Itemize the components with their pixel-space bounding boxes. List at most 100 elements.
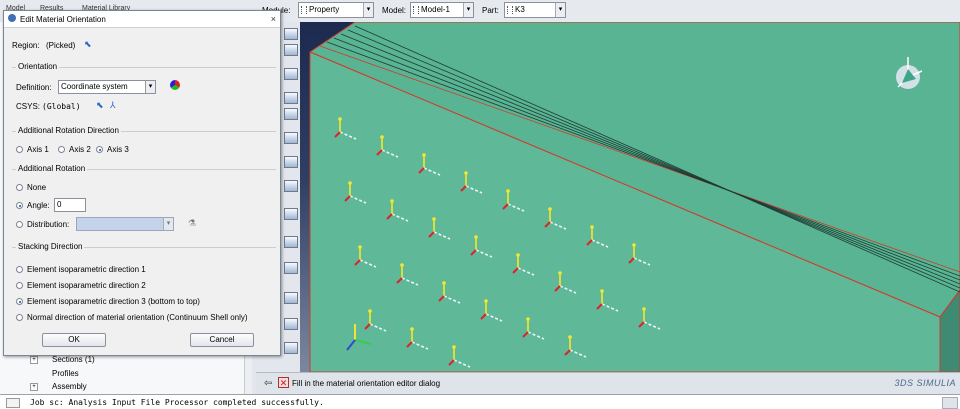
chevron-down-icon[interactable]: ▾ (463, 3, 473, 17)
model-select[interactable]: Model-1 ▾ (410, 2, 474, 18)
glyph-mark (358, 245, 362, 249)
axis1-radio[interactable] (16, 146, 23, 153)
tool-icon[interactable] (284, 108, 298, 120)
stack-dir1-label: Element isoparametric direction 1 (27, 265, 146, 274)
chevron-down-icon[interactable]: ▾ (145, 81, 155, 93)
csys-value: (Global) (42, 102, 81, 111)
tool-icon[interactable] (284, 180, 298, 192)
grip-icon (301, 6, 307, 14)
chevron-down-icon[interactable]: ▾ (555, 3, 565, 17)
rotation-direction-title: Additional Rotation Direction (16, 126, 121, 135)
pick-cursor-icon[interactable]: ⬉ (96, 100, 104, 111)
tool-icon[interactable] (284, 292, 298, 304)
grip-icon (413, 6, 419, 14)
glyph-mark (568, 335, 572, 339)
model-canvas (308, 22, 960, 372)
tool-icon[interactable] (284, 236, 298, 248)
glyph-mark (368, 309, 372, 313)
model-value: Model-1 (421, 5, 450, 14)
module-select[interactable]: Property ▾ (298, 2, 374, 18)
definition-label: Definition: (16, 83, 52, 92)
distribution-select[interactable]: ▾ (76, 217, 174, 231)
abaqus-icon (8, 14, 16, 22)
tool-icon[interactable] (284, 342, 298, 354)
tree-item-profiles[interactable]: Profiles (52, 369, 79, 378)
message-icon (6, 398, 20, 408)
close-icon[interactable]: × (271, 14, 276, 24)
stack-dir3-label: Element isoparametric direction 3 (botto… (27, 297, 200, 306)
tool-icon[interactable] (284, 68, 298, 80)
stack-dir1-radio[interactable] (16, 266, 23, 273)
glyph-mark (422, 153, 426, 157)
part-label: Part: (482, 6, 499, 15)
additional-rotation-title: Additional Rotation (16, 164, 88, 173)
stack-normal-label: Normal direction of material orientation… (27, 313, 248, 322)
tool-icon[interactable] (284, 156, 298, 168)
dialog-titlebar[interactable]: Edit Material Orientation × (4, 11, 280, 28)
stack-dir3-radio[interactable] (16, 298, 23, 305)
distribution-radio[interactable] (16, 221, 23, 228)
simulia-logo: 3DS SIMULIA (894, 378, 956, 388)
glyph-mark (642, 307, 646, 311)
axis2-label: Axis 2 (69, 145, 91, 154)
cancel-procedure-icon[interactable]: ✕ (278, 377, 289, 388)
tool-icon[interactable] (284, 28, 298, 40)
tool-icon[interactable] (284, 132, 298, 144)
axis3-radio[interactable] (96, 146, 103, 153)
glyph-mark (452, 345, 456, 349)
angle-value: 0 (57, 200, 62, 209)
glyph-mark (484, 299, 488, 303)
tool-icon[interactable] (284, 92, 298, 104)
expand-icon[interactable]: + (30, 356, 38, 364)
chevron-down-icon[interactable]: ▾ (163, 218, 173, 230)
definition-select[interactable]: Coordinate system ▾ (58, 80, 156, 94)
tool-icon[interactable] (284, 318, 298, 330)
viewport[interactable] (300, 22, 960, 372)
pick-cursor-icon[interactable]: ⬉ (84, 39, 92, 50)
glyph-mark (600, 289, 604, 293)
glyph-mark (632, 243, 636, 247)
tool-icon[interactable] (284, 44, 298, 56)
message-text: Job sc: Analysis Input File Processor co… (30, 398, 324, 407)
csys-axes-icon[interactable]: ⅄ (110, 100, 116, 111)
message-area: Job sc: Analysis Input File Processor co… (0, 394, 960, 409)
stacking-direction-group: Stacking Direction Element isoparametric… (12, 242, 276, 328)
expand-icon[interactable]: + (30, 383, 38, 391)
axis2-radio[interactable] (58, 146, 65, 153)
part-select[interactable]: K3 ▾ (504, 2, 566, 18)
axis3-label: Axis 3 (107, 145, 129, 154)
glyph-mark (464, 171, 468, 175)
back-arrow-icon[interactable]: ⇦ (264, 378, 272, 389)
glyph-mark (558, 271, 562, 275)
chevron-down-icon[interactable]: ▾ (363, 3, 373, 17)
cancel-button[interactable]: Cancel (190, 333, 254, 347)
glyph-mark (380, 135, 384, 139)
orientation-title: Orientation (16, 62, 60, 71)
tree-item-assembly[interactable]: Assembly (52, 382, 87, 391)
glyph-mark (400, 263, 404, 267)
stack-normal-radio[interactable] (16, 314, 23, 321)
angle-input[interactable]: 0 (54, 198, 86, 212)
create-field-icon[interactable]: ⚗ (188, 218, 196, 229)
orientation-group: Orientation Definition: Coordinate syste… (12, 62, 276, 128)
color-palette-icon[interactable] (170, 80, 180, 90)
region-value: (Picked) (46, 41, 76, 50)
rotation-direction-group: Additional Rotation Direction Axis 1 Axi… (12, 126, 276, 168)
none-radio[interactable] (16, 184, 23, 191)
stacking-direction-title: Stacking Direction (16, 242, 85, 251)
definition-value: Coordinate system (61, 82, 128, 91)
tree-item-sections[interactable]: Sections (1) (52, 355, 95, 364)
ok-button[interactable]: OK (42, 333, 106, 347)
glyph-mark (474, 235, 478, 239)
glyph-mark (410, 327, 414, 331)
glyph-mark (348, 181, 352, 185)
tool-icon[interactable] (284, 262, 298, 274)
tool-icon[interactable] (284, 208, 298, 220)
message-scrollbar[interactable] (942, 397, 958, 409)
glyph-mark (590, 225, 594, 229)
model-label: Model: (382, 6, 407, 15)
glyph-mark (548, 207, 552, 211)
angle-radio[interactable] (16, 202, 23, 209)
stack-dir2-radio[interactable] (16, 282, 23, 289)
grip-icon (507, 6, 513, 14)
